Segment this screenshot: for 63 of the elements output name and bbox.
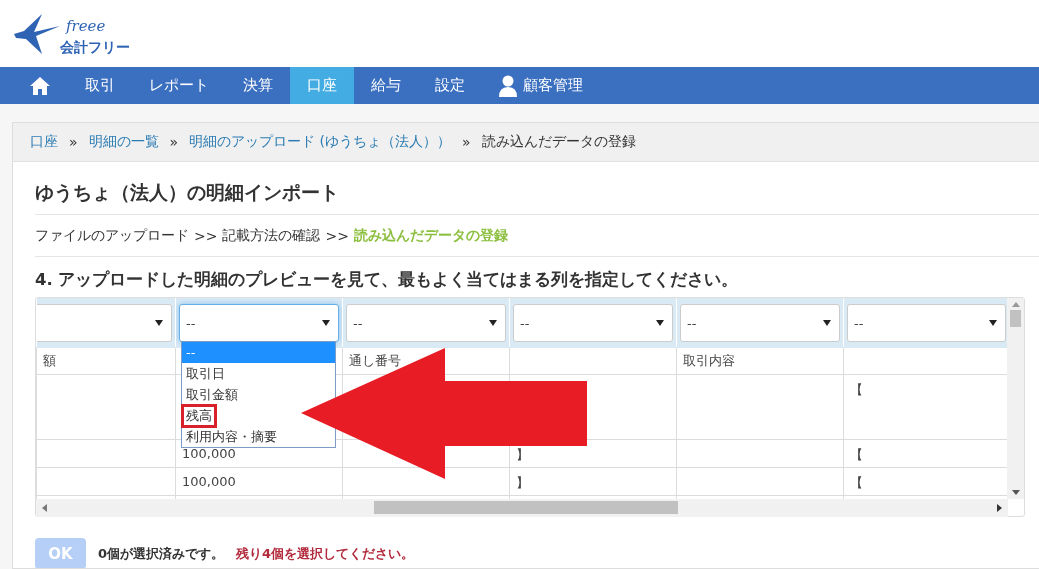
dropdown-option[interactable]: 取引日 xyxy=(182,363,231,384)
product-name: 会計フリー xyxy=(60,37,130,56)
nav-tab[interactable]: 決算 xyxy=(226,67,290,104)
nav-tab[interactable]: 取引 xyxy=(68,67,132,104)
caret-icon xyxy=(155,320,163,326)
column-select[interactable] xyxy=(37,304,172,342)
column-header: 額 xyxy=(43,353,56,368)
breadcrumb-separator: » xyxy=(169,134,179,150)
nav-tab[interactable]: 設定 xyxy=(418,67,482,104)
breadcrumb-link[interactable]: 口座 xyxy=(30,133,58,151)
vertical-scrollbar[interactable] xyxy=(1007,298,1024,499)
table-cell: 【 xyxy=(850,447,863,462)
caret-icon xyxy=(322,320,330,326)
breadcrumb-separator: » xyxy=(69,134,78,150)
column-select[interactable]: -- xyxy=(847,304,1006,342)
breadcrumb-link[interactable]: 明細の一覧 xyxy=(88,133,159,151)
breadcrumb-current: 読み込んだデータの登録 xyxy=(481,133,636,151)
breadcrumb-link[interactable]: 明細のアップロード (ゆうちょ（法人）） xyxy=(189,133,452,151)
scrollbar-thumb[interactable] xyxy=(1010,310,1021,327)
caret-icon xyxy=(489,320,497,326)
table-cell: 100,000 xyxy=(182,446,236,461)
caret-icon xyxy=(823,320,831,326)
step-separator: >> xyxy=(325,227,349,244)
nav-tab[interactable]: 顧客管理 xyxy=(482,67,600,104)
scroll-down-icon xyxy=(1011,490,1020,495)
user-icon xyxy=(499,74,517,97)
column-select[interactable]: -- xyxy=(513,304,673,342)
dropdown-option[interactable]: 残高 xyxy=(182,405,218,426)
nav-tab[interactable]: 給与 xyxy=(354,67,418,104)
nav-tab[interactable]: レポート xyxy=(132,67,226,104)
step-label: 読み込んだデータの登録 xyxy=(353,226,508,245)
step-label: 記載方法の確認 xyxy=(222,226,321,245)
remaining-text: 残り4個を選択してください。 xyxy=(236,544,415,563)
table-cell: 】 xyxy=(516,475,529,490)
table-cell: 【 xyxy=(850,382,863,397)
step-label: ファイルのアップロード xyxy=(35,226,189,245)
bird-icon xyxy=(12,11,62,56)
table-cell: 【 xyxy=(850,475,863,490)
logo-wordmark: freee xyxy=(66,17,107,34)
nav-tab[interactable]: 口座 xyxy=(290,67,354,104)
table-cell: 】 xyxy=(516,447,529,462)
dropdown-option[interactable]: -- xyxy=(182,342,335,363)
scroll-left-icon xyxy=(42,504,47,512)
instruction-text: 4. アップロードした明細のプレビューを見て、最もよく当てはまる列を指定してください。 xyxy=(35,270,739,289)
dropdown-option[interactable]: 取引金額 xyxy=(182,384,244,405)
scroll-up-icon xyxy=(1011,302,1020,307)
step-separator: >> xyxy=(194,227,218,244)
column-select[interactable]: -- xyxy=(179,304,339,342)
page-title: ゆうちょ（法人）の明細インポート xyxy=(35,181,339,203)
column-header: 取引内容 xyxy=(683,353,735,368)
breadcrumb-separator: » xyxy=(462,134,471,150)
column-select[interactable]: -- xyxy=(346,304,506,342)
column-select[interactable]: -- xyxy=(680,304,840,342)
home-icon xyxy=(30,76,50,95)
scroll-right-icon xyxy=(997,504,1002,512)
selected-count-text: 0個が選択済みです。 xyxy=(98,544,225,563)
column-header: 通し番号 xyxy=(349,353,401,368)
caret-icon xyxy=(989,320,997,326)
horizontal-scrollbar[interactable] xyxy=(36,499,1008,517)
scrollbar-thumb[interactable] xyxy=(374,501,678,514)
dropdown-option[interactable]: 利用内容・摘要 xyxy=(182,426,283,447)
table-cell: 100,000 xyxy=(182,474,236,489)
caret-icon xyxy=(656,320,664,326)
